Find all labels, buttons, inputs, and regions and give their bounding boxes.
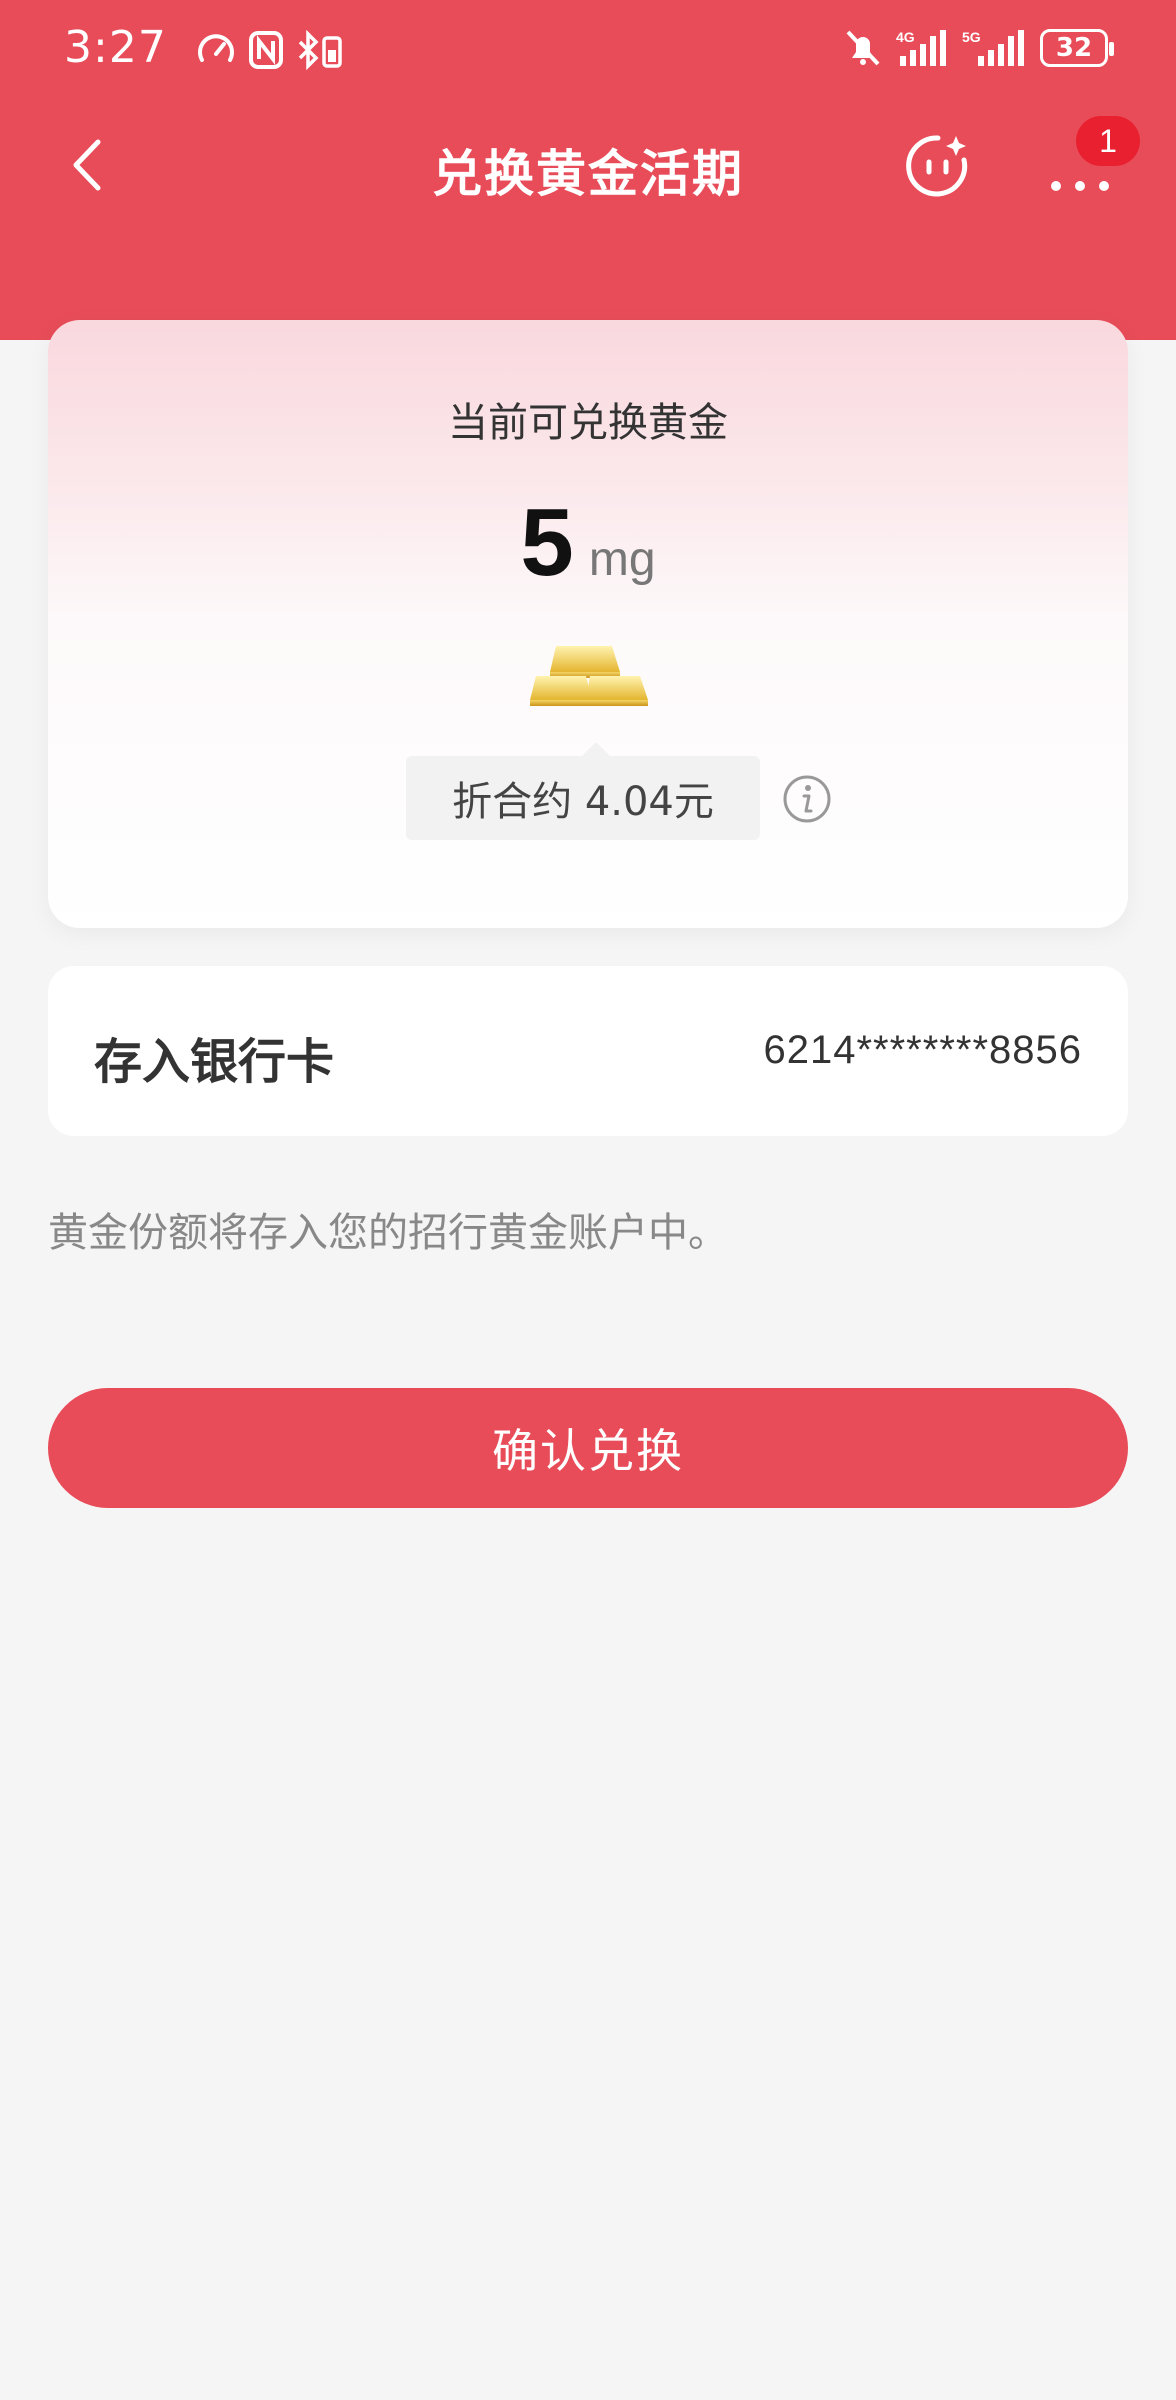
gold-amount-value: 5 (520, 489, 574, 596)
page-title: 兑换黄金活期 (432, 145, 744, 203)
gold-amount: 5 mg (48, 488, 1128, 598)
deposit-note: 黄金份额将存入您的招行黄金账户中。 (48, 1210, 728, 1256)
screen: 3:27 4G 5G 32 兑换黄金活期 1 当前可兑换黄金 5 mg 折合约 … (0, 0, 1176, 2400)
gold-bars-icon (530, 646, 648, 706)
gold-amount-unit: mg (588, 533, 656, 586)
confirm-exchange-button[interactable]: 确认兑换 (48, 1388, 1128, 1508)
bank-card-row[interactable]: 存入银行卡 6214********8856 (48, 966, 1128, 1136)
status-time: 3:27 (64, 22, 167, 73)
network-5g-label: 5G (962, 29, 981, 45)
bank-card-label: 存入银行卡 (94, 1034, 335, 1090)
battery-indicator: 32 (1040, 29, 1114, 67)
nav-bar: 兑换黄金活期 1 (0, 110, 1176, 220)
speedometer-icon (198, 34, 234, 62)
gold-card-title: 当前可兑换黄金 (448, 400, 728, 446)
gold-card: 当前可兑换黄金 5 mg 折合约 4.04元 (48, 320, 1128, 928)
bank-card-number: 6214********8856 (763, 1028, 1082, 1072)
status-right-icons: 4G 5G 32 (844, 28, 1114, 68)
network-4g-label: 4G (896, 29, 915, 45)
notification-badge: 1 (1076, 116, 1140, 166)
mute-bell-icon (846, 30, 880, 66)
battery-level: 32 (1055, 33, 1093, 63)
signal-4g-icon: 4G (896, 29, 946, 66)
signal-5g-icon: 5G (962, 29, 1024, 66)
status-left-icons (196, 30, 344, 70)
info-icon[interactable] (782, 774, 832, 824)
assistant-bot-icon[interactable] (902, 130, 974, 202)
status-bar: 3:27 4G 5G 32 (0, 0, 1176, 100)
nfc-icon (249, 31, 283, 69)
bluetooth-battery-icon (298, 30, 342, 70)
equivalent-value: 折合约 4.04元 (406, 742, 760, 840)
